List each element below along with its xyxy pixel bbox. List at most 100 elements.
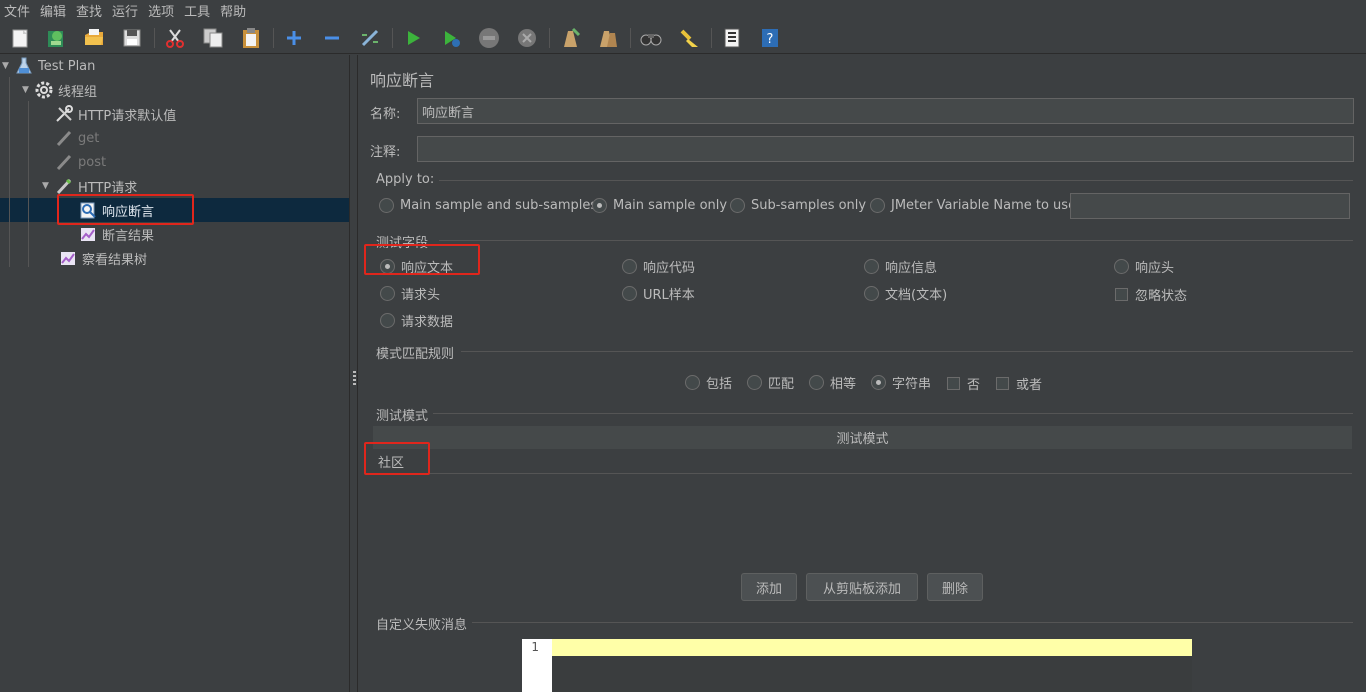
- line-number-gutter: 1: [522, 639, 552, 692]
- tree-item-label: 断言结果: [102, 228, 155, 244]
- menu-options[interactable]: 选项: [148, 1, 174, 20]
- apply-to-variable-radio[interactable]: JMeter Variable Name to use: [870, 198, 1076, 213]
- table-row[interactable]: 社区: [373, 449, 1352, 474]
- clear-icon[interactable]: [558, 26, 582, 50]
- help-icon[interactable]: ?: [758, 26, 782, 50]
- collapse-triangle-icon[interactable]: ▼: [42, 181, 54, 191]
- tree-item-view-results-tree[interactable]: 察看结果树: [58, 246, 147, 270]
- menu-tools[interactable]: 工具: [184, 1, 210, 20]
- patterns-table-body[interactable]: [373, 475, 1352, 567]
- tree-item-thread-group[interactable]: ▼ 线程组: [22, 78, 97, 102]
- collapse-icon[interactable]: [320, 26, 344, 50]
- field-response-message-radio[interactable]: 响应信息: [864, 257, 937, 276]
- tree-item-label: get: [78, 130, 100, 146]
- test-plan-icon: [14, 57, 34, 75]
- field-url-sample-radio[interactable]: URL样本: [622, 284, 695, 303]
- sampler-icon: [54, 153, 74, 171]
- function-helper-icon[interactable]: [720, 26, 744, 50]
- menu-search[interactable]: 查找: [76, 1, 102, 20]
- current-line-highlight: [552, 639, 1192, 656]
- copy-icon[interactable]: [201, 26, 225, 50]
- variable-name-field[interactable]: [1070, 193, 1350, 219]
- clear-all-icon[interactable]: [596, 26, 620, 50]
- drag-grip-icon[interactable]: [353, 371, 356, 385]
- apply-to-label: Apply to:: [376, 172, 435, 187]
- field-response-headers-radio[interactable]: 响应头: [1114, 257, 1174, 276]
- add-button[interactable]: 添加: [741, 573, 797, 601]
- apply-to-main-and-sub-radio[interactable]: Main sample and sub-samples: [379, 198, 597, 213]
- field-request-data-radio[interactable]: 请求数据: [380, 311, 453, 330]
- menu-edit[interactable]: 编辑: [40, 1, 66, 20]
- reset-search-icon[interactable]: [677, 26, 701, 50]
- tree-item-test-plan[interactable]: ▼ Test Plan: [2, 54, 95, 78]
- collapse-triangle-icon[interactable]: ▼: [2, 61, 14, 71]
- annotation-highlight-box: [364, 244, 480, 275]
- patterns-column-header[interactable]: 测试模式: [836, 428, 888, 447]
- menu-file[interactable]: 文件: [4, 1, 30, 20]
- listener-graph-icon: [58, 249, 78, 267]
- gear-icon: [34, 81, 54, 99]
- open-icon[interactable]: [82, 26, 106, 50]
- custom-failure-label: 自定义失败消息: [376, 618, 468, 633]
- cut-icon[interactable]: [163, 26, 187, 50]
- patterns-to-test-label: 测试模式: [376, 409, 429, 424]
- or-checkbox[interactable]: 或者: [996, 374, 1042, 393]
- split-pane-divider[interactable]: [349, 55, 358, 692]
- menu-bar: 文件 编辑 查找 运行 选项 工具 帮助: [0, 0, 1366, 20]
- svg-text:?: ?: [767, 32, 774, 47]
- pattern-matches-radio[interactable]: 匹配: [747, 373, 794, 392]
- line-number: 1: [531, 640, 539, 654]
- comment-field[interactable]: [417, 136, 1354, 162]
- search-icon[interactable]: [639, 26, 663, 50]
- annotation-highlight-box: [57, 194, 194, 225]
- toggle-icon[interactable]: [358, 26, 382, 50]
- name-label: 名称:: [370, 107, 401, 122]
- tree-item-label: HTTP请求: [78, 180, 138, 196]
- tree-item-post[interactable]: post: [54, 150, 106, 174]
- annotation-highlight-box: [364, 442, 430, 475]
- shutdown-icon[interactable]: [515, 26, 539, 50]
- field-response-code-radio[interactable]: 响应代码: [622, 257, 695, 276]
- tree-item-label: HTTP请求默认值: [78, 108, 177, 124]
- apply-to-main-only-radio[interactable]: Main sample only: [592, 198, 727, 213]
- delete-button[interactable]: 删除: [927, 573, 983, 601]
- field-request-headers-radio[interactable]: 请求头: [380, 284, 440, 303]
- start-icon[interactable]: [401, 26, 425, 50]
- tree-item-label: 察看结果树: [82, 252, 148, 268]
- wrench-icon: [54, 105, 74, 123]
- listener-graph-icon: [78, 225, 98, 243]
- save-icon[interactable]: [120, 26, 144, 50]
- new-icon[interactable]: [8, 26, 32, 50]
- pattern-substring-radio[interactable]: 字符串: [871, 373, 931, 392]
- name-field[interactable]: 响应断言: [417, 98, 1354, 124]
- response-assertion-panel: 响应断言 名称: 响应断言 注释: Apply to: Main sample …: [359, 55, 1366, 692]
- templates-icon[interactable]: [44, 26, 68, 50]
- start-no-pause-icon[interactable]: [439, 26, 463, 50]
- tree-item-assertion-results[interactable]: 断言结果: [78, 222, 154, 246]
- tree-item-label: post: [78, 154, 107, 170]
- add-from-clipboard-button[interactable]: 从剪贴板添加: [806, 573, 918, 601]
- pattern-contains-radio[interactable]: 包括: [685, 373, 732, 392]
- tree-item-get[interactable]: get: [54, 126, 99, 150]
- toolbar: ?: [0, 20, 1366, 54]
- not-checkbox[interactable]: 否: [947, 374, 980, 393]
- pattern-matching-label: 模式匹配规则: [376, 347, 455, 362]
- test-plan-tree: ▼ Test Plan ▼ 线程组 HTTP请求默认值 get post ▼ H…: [0, 55, 349, 692]
- stop-icon[interactable]: [477, 26, 501, 50]
- apply-to-sub-only-radio[interactable]: Sub-samples only: [730, 198, 866, 213]
- pattern-equals-radio[interactable]: 相等: [809, 373, 856, 392]
- tree-item-label: 线程组: [58, 84, 98, 100]
- custom-failure-editor[interactable]: [552, 639, 1192, 692]
- ignore-status-checkbox[interactable]: 忽略状态: [1115, 285, 1187, 304]
- sampler-icon: [54, 129, 74, 147]
- menu-run[interactable]: 运行: [112, 1, 138, 20]
- field-document-text-radio[interactable]: 文档(文本): [864, 284, 947, 303]
- panel-title: 响应断言: [370, 71, 435, 90]
- collapse-triangle-icon[interactable]: ▼: [22, 85, 34, 95]
- sampler-icon: [54, 177, 74, 195]
- expand-icon[interactable]: [282, 26, 306, 50]
- menu-help[interactable]: 帮助: [220, 1, 246, 20]
- paste-icon[interactable]: [239, 26, 263, 50]
- tree-item-http-defaults[interactable]: HTTP请求默认值: [54, 102, 176, 126]
- comment-label: 注释:: [370, 145, 401, 160]
